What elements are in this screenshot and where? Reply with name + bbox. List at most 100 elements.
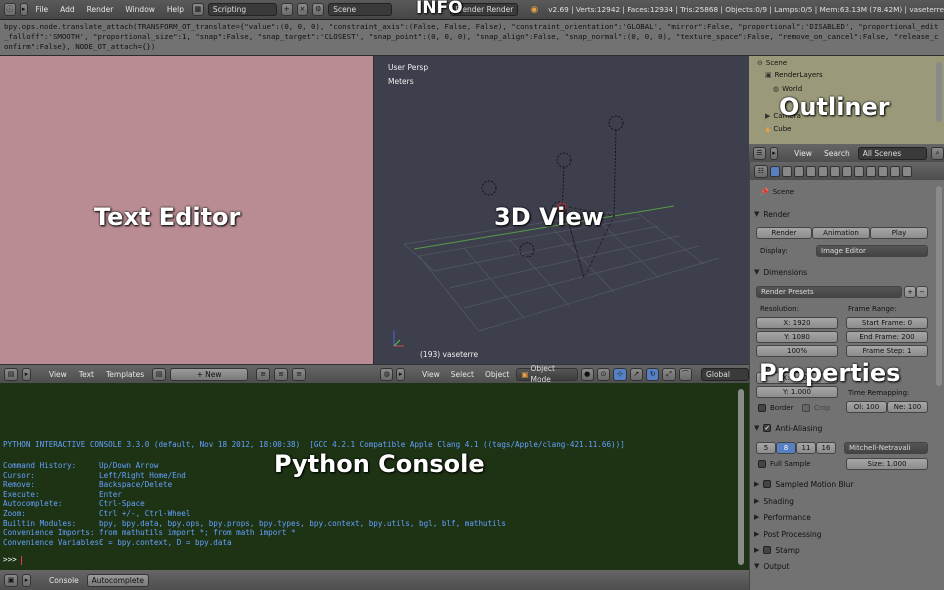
post-processing-panel-header[interactable]: ▶ Post Processing <box>754 527 936 541</box>
transform-orientation-select[interactable]: Global <box>701 367 749 381</box>
checkbox-icon[interactable] <box>763 480 772 488</box>
text-menu-view[interactable]: View <box>45 370 71 379</box>
menu-render[interactable]: Render <box>83 5 118 14</box>
outliner-item-world[interactable]: ◍ World <box>773 85 802 93</box>
shading-panel-header[interactable]: ▶ Shading <box>754 494 936 508</box>
menu-help[interactable]: Help <box>163 5 188 14</box>
scene-icon[interactable]: ⚙ <box>312 3 325 16</box>
menu-file[interactable]: File <box>32 5 53 14</box>
aspect-y-field[interactable]: Y: 1.000 <box>756 386 838 398</box>
aa-filter-size-field[interactable]: Size: 1.000 <box>846 458 928 470</box>
motion-blur-panel-header[interactable]: ▶ Sampled Motion Blur <box>754 477 936 491</box>
display-select[interactable]: Image Editor <box>816 245 928 257</box>
renderlayers-tab-icon[interactable] <box>782 165 792 177</box>
collapse-menus-icon[interactable]: ▸ <box>19 3 28 16</box>
modifiers-tab-icon[interactable] <box>842 165 852 177</box>
text-editor-type-icon[interactable]: ▤ <box>4 367 18 381</box>
resolution-x-field[interactable]: X: 1920 <box>756 317 838 329</box>
pin-icon[interactable]: 📌 <box>760 188 769 196</box>
full-sample-checkbox[interactable]: Full Sample <box>758 460 810 468</box>
crop-checkbox[interactable]: Crop <box>802 404 830 412</box>
console-prompt[interactable]: >>> <box>3 555 23 565</box>
render-still-button[interactable]: Render <box>756 227 812 239</box>
view3d-collapse-icon[interactable]: ▸ <box>396 367 405 381</box>
pivot-point-icon[interactable]: ⊙ <box>596 367 611 381</box>
outliner-type-icon[interactable]: ☰ <box>753 146 766 160</box>
view3d-menu-view[interactable]: View <box>418 370 444 379</box>
anti-aliasing-panel-header[interactable]: ▼ ✓ Anti-Aliasing <box>754 421 936 435</box>
text-menu-templates[interactable]: Templates <box>102 370 148 379</box>
text-collapse-icon[interactable]: ▸ <box>22 367 31 381</box>
material-tab-icon[interactable] <box>866 165 876 177</box>
outliner-menu-view[interactable]: View <box>790 149 816 158</box>
data-tab-icon[interactable] <box>854 165 864 177</box>
frame-step-field[interactable]: Frame Step: 1 <box>846 345 928 357</box>
aa-samples-16-button[interactable]: 16 <box>816 442 836 454</box>
outliner-item-cube[interactable]: ▲ Cube <box>765 125 791 133</box>
console-menu-console[interactable]: Console <box>45 576 83 585</box>
menu-add[interactable]: Add <box>56 5 79 14</box>
screen-layout-field[interactable]: Scripting <box>207 3 277 16</box>
output-panel-header[interactable]: ▼ Output <box>754 559 936 573</box>
time-remap-new-field[interactable]: Ne: 100 <box>887 401 928 413</box>
autocomplete-button[interactable]: Autocomplete <box>86 573 149 587</box>
dimensions-panel-header[interactable]: ▼ Dimensions <box>754 265 936 279</box>
world-tab-icon[interactable] <box>806 165 816 177</box>
aa-samples-8-button[interactable]: 8 <box>776 442 796 454</box>
render-animation-button[interactable]: Animation <box>812 227 870 239</box>
manipulator-toggle-icon[interactable]: ⊹ <box>613 367 627 381</box>
scale-manipulator-icon[interactable]: ⤢ <box>662 367 676 381</box>
add-preset-icon[interactable]: + <box>904 286 916 298</box>
scene-tab-icon[interactable] <box>794 165 804 177</box>
stamp-panel-header[interactable]: ▶ Stamp <box>754 543 936 557</box>
view3d-type-icon[interactable]: ◍ <box>380 367 394 381</box>
outliner-display-mode-select[interactable]: All Scenes <box>857 146 928 160</box>
aa-samples-5-button[interactable]: 5 <box>756 442 776 454</box>
render-panel-header[interactable]: ▼ Render <box>754 207 936 221</box>
object-tab-icon[interactable] <box>818 165 828 177</box>
line-numbers-icon[interactable]: ≡ <box>256 367 271 381</box>
word-wrap-icon[interactable]: ≡ <box>274 367 289 381</box>
scene-field[interactable]: Scene <box>328 3 393 16</box>
outliner-scrollbar[interactable] <box>936 62 942 122</box>
outliner-item-scene[interactable]: ⊖ Scene <box>757 59 787 67</box>
menu-window[interactable]: Window <box>121 5 159 14</box>
info-editor-type-icon[interactable]: ⓘ <box>4 3 16 16</box>
text-menu-text[interactable]: Text <box>75 370 98 379</box>
start-frame-field[interactable]: Start Frame: 0 <box>846 317 928 329</box>
outliner-search-icon[interactable]: ⌕ <box>931 146 944 160</box>
outliner-collapse-icon[interactable]: ▸ <box>769 146 779 160</box>
properties-scrollbar[interactable] <box>936 186 942 386</box>
physics-tab-icon[interactable] <box>902 165 912 177</box>
remove-screen-icon[interactable]: × <box>296 3 309 16</box>
aa-samples-11-button[interactable]: 11 <box>796 442 816 454</box>
console-scrollbar[interactable] <box>738 389 744 565</box>
text-new-button[interactable]: + New <box>170 367 249 381</box>
outliner-menu-search[interactable]: Search <box>820 149 854 158</box>
syntax-highlight-icon[interactable]: ≡ <box>292 367 307 381</box>
mode-select[interactable]: ▣ Object Mode <box>516 364 578 384</box>
resolution-percentage-field[interactable]: 100% <box>756 345 838 357</box>
rotate-manipulator-icon[interactable]: ↻ <box>645 367 660 381</box>
snap-icon[interactable]: ⌒ <box>678 367 693 381</box>
view3d-menu-object[interactable]: Object <box>481 370 513 379</box>
end-frame-field[interactable]: End Frame: 200 <box>846 331 928 343</box>
play-rendered-animation-button[interactable]: Play <box>870 227 928 239</box>
console-collapse-icon[interactable]: ▸ <box>22 573 31 587</box>
view3d-menu-select[interactable]: Select <box>447 370 478 379</box>
border-checkbox[interactable]: Border <box>758 404 793 412</box>
checkbox-icon[interactable] <box>763 546 772 554</box>
screen-layout-icon[interactable]: ▦ <box>192 3 204 16</box>
resolution-y-field[interactable]: Y: 1080 <box>756 331 838 343</box>
text-browse-icon[interactable]: ▤ <box>152 367 167 381</box>
constraints-tab-icon[interactable] <box>830 165 840 177</box>
viewport-shading-icon[interactable]: ● <box>580 367 594 381</box>
aa-filter-select[interactable]: Mitchell-Netravali <box>844 442 928 454</box>
render-tab-icon[interactable] <box>770 165 780 177</box>
translate-manipulator-icon[interactable]: ↗ <box>629 367 643 381</box>
add-screen-icon[interactable]: + <box>280 3 293 16</box>
outliner-item-renderlayers[interactable]: ▣ RenderLayers <box>765 71 823 79</box>
render-presets-select[interactable]: Render Presets <box>756 286 902 298</box>
particles-tab-icon[interactable] <box>890 165 900 177</box>
aa-enable-checkbox-icon[interactable]: ✓ <box>763 424 772 432</box>
